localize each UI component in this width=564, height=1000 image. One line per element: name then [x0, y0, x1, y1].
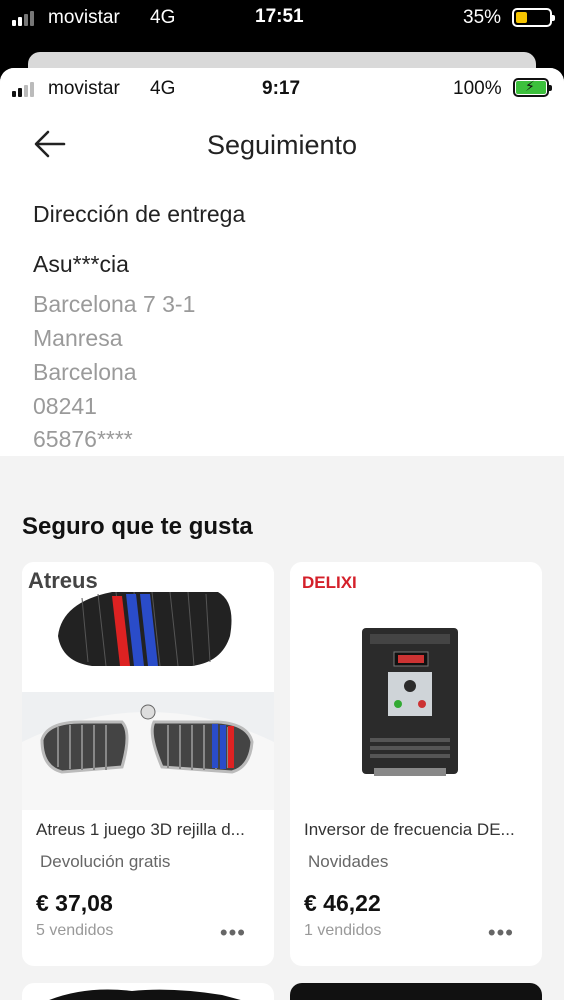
network-label: 4G — [150, 78, 176, 99]
product-price: € 37,08 — [36, 890, 113, 916]
product-name: Inversor de frecuencia DE... — [304, 820, 515, 839]
carrier-label: movistar — [48, 7, 120, 28]
signal-icon — [12, 10, 34, 26]
signal-icon — [12, 81, 34, 97]
product-card[interactable]: DELIXI Inversor de frecuencia DE... Novi… — [290, 562, 542, 966]
page-title: Seguimiento — [206, 130, 358, 160]
product-image: Atreus — [22, 562, 274, 810]
inner-status-bar: movistar 4G 9:17 100% ⚡ — [0, 68, 564, 108]
delivery-address-label: Dirección de entrega — [33, 201, 246, 227]
battery-percent: 35% — [463, 7, 502, 28]
product-image: DELIXI — [290, 562, 542, 810]
product-sold-count: 1 vendidos — [304, 922, 382, 939]
more-options-icon[interactable]: ••• — [220, 922, 246, 944]
product-sold-count: 5 vendidos — [36, 922, 114, 939]
clock: 17:51 — [255, 6, 304, 27]
brand-logo: DELIXI — [302, 573, 357, 592]
brand-logo: Atreus — [28, 568, 98, 593]
clock: 9:17 — [262, 78, 301, 99]
more-options-icon[interactable]: ••• — [488, 922, 514, 944]
address-postal-code: 08241 — [33, 393, 97, 419]
product-tag: Devolución gratis — [40, 852, 171, 871]
outer-status-bar: movistar 4G 17:51 35% — [0, 0, 564, 38]
product-tag: Novidades — [308, 852, 389, 871]
address-phone: 65876**** — [33, 426, 133, 452]
product-card-partial[interactable] — [290, 983, 542, 1000]
product-card[interactable]: Atreus Atreus 1 juego 3D rejilla d... De… — [22, 562, 274, 966]
address-street: Barcelona 7 3-1 — [33, 291, 196, 317]
recommendations-title: Seguro que te gusta — [22, 513, 253, 540]
recipient-name: Asu***cia — [33, 251, 129, 277]
address-province: Barcelona — [33, 359, 137, 385]
battery-percent: 100% — [453, 78, 502, 99]
address-city: Manresa — [33, 325, 123, 351]
product-name: Atreus 1 juego 3D rejilla d... — [36, 820, 245, 839]
carrier-label: movistar — [48, 78, 120, 99]
battery-charging-icon: ⚡ — [513, 78, 552, 97]
product-card-partial[interactable] — [22, 983, 274, 1000]
product-price: € 46,22 — [304, 890, 381, 916]
network-label: 4G — [150, 7, 176, 28]
battery-icon — [512, 8, 555, 27]
tracking-screen: movistar 4G 9:17 100% ⚡ Seguimiento Dire… — [0, 68, 564, 1000]
